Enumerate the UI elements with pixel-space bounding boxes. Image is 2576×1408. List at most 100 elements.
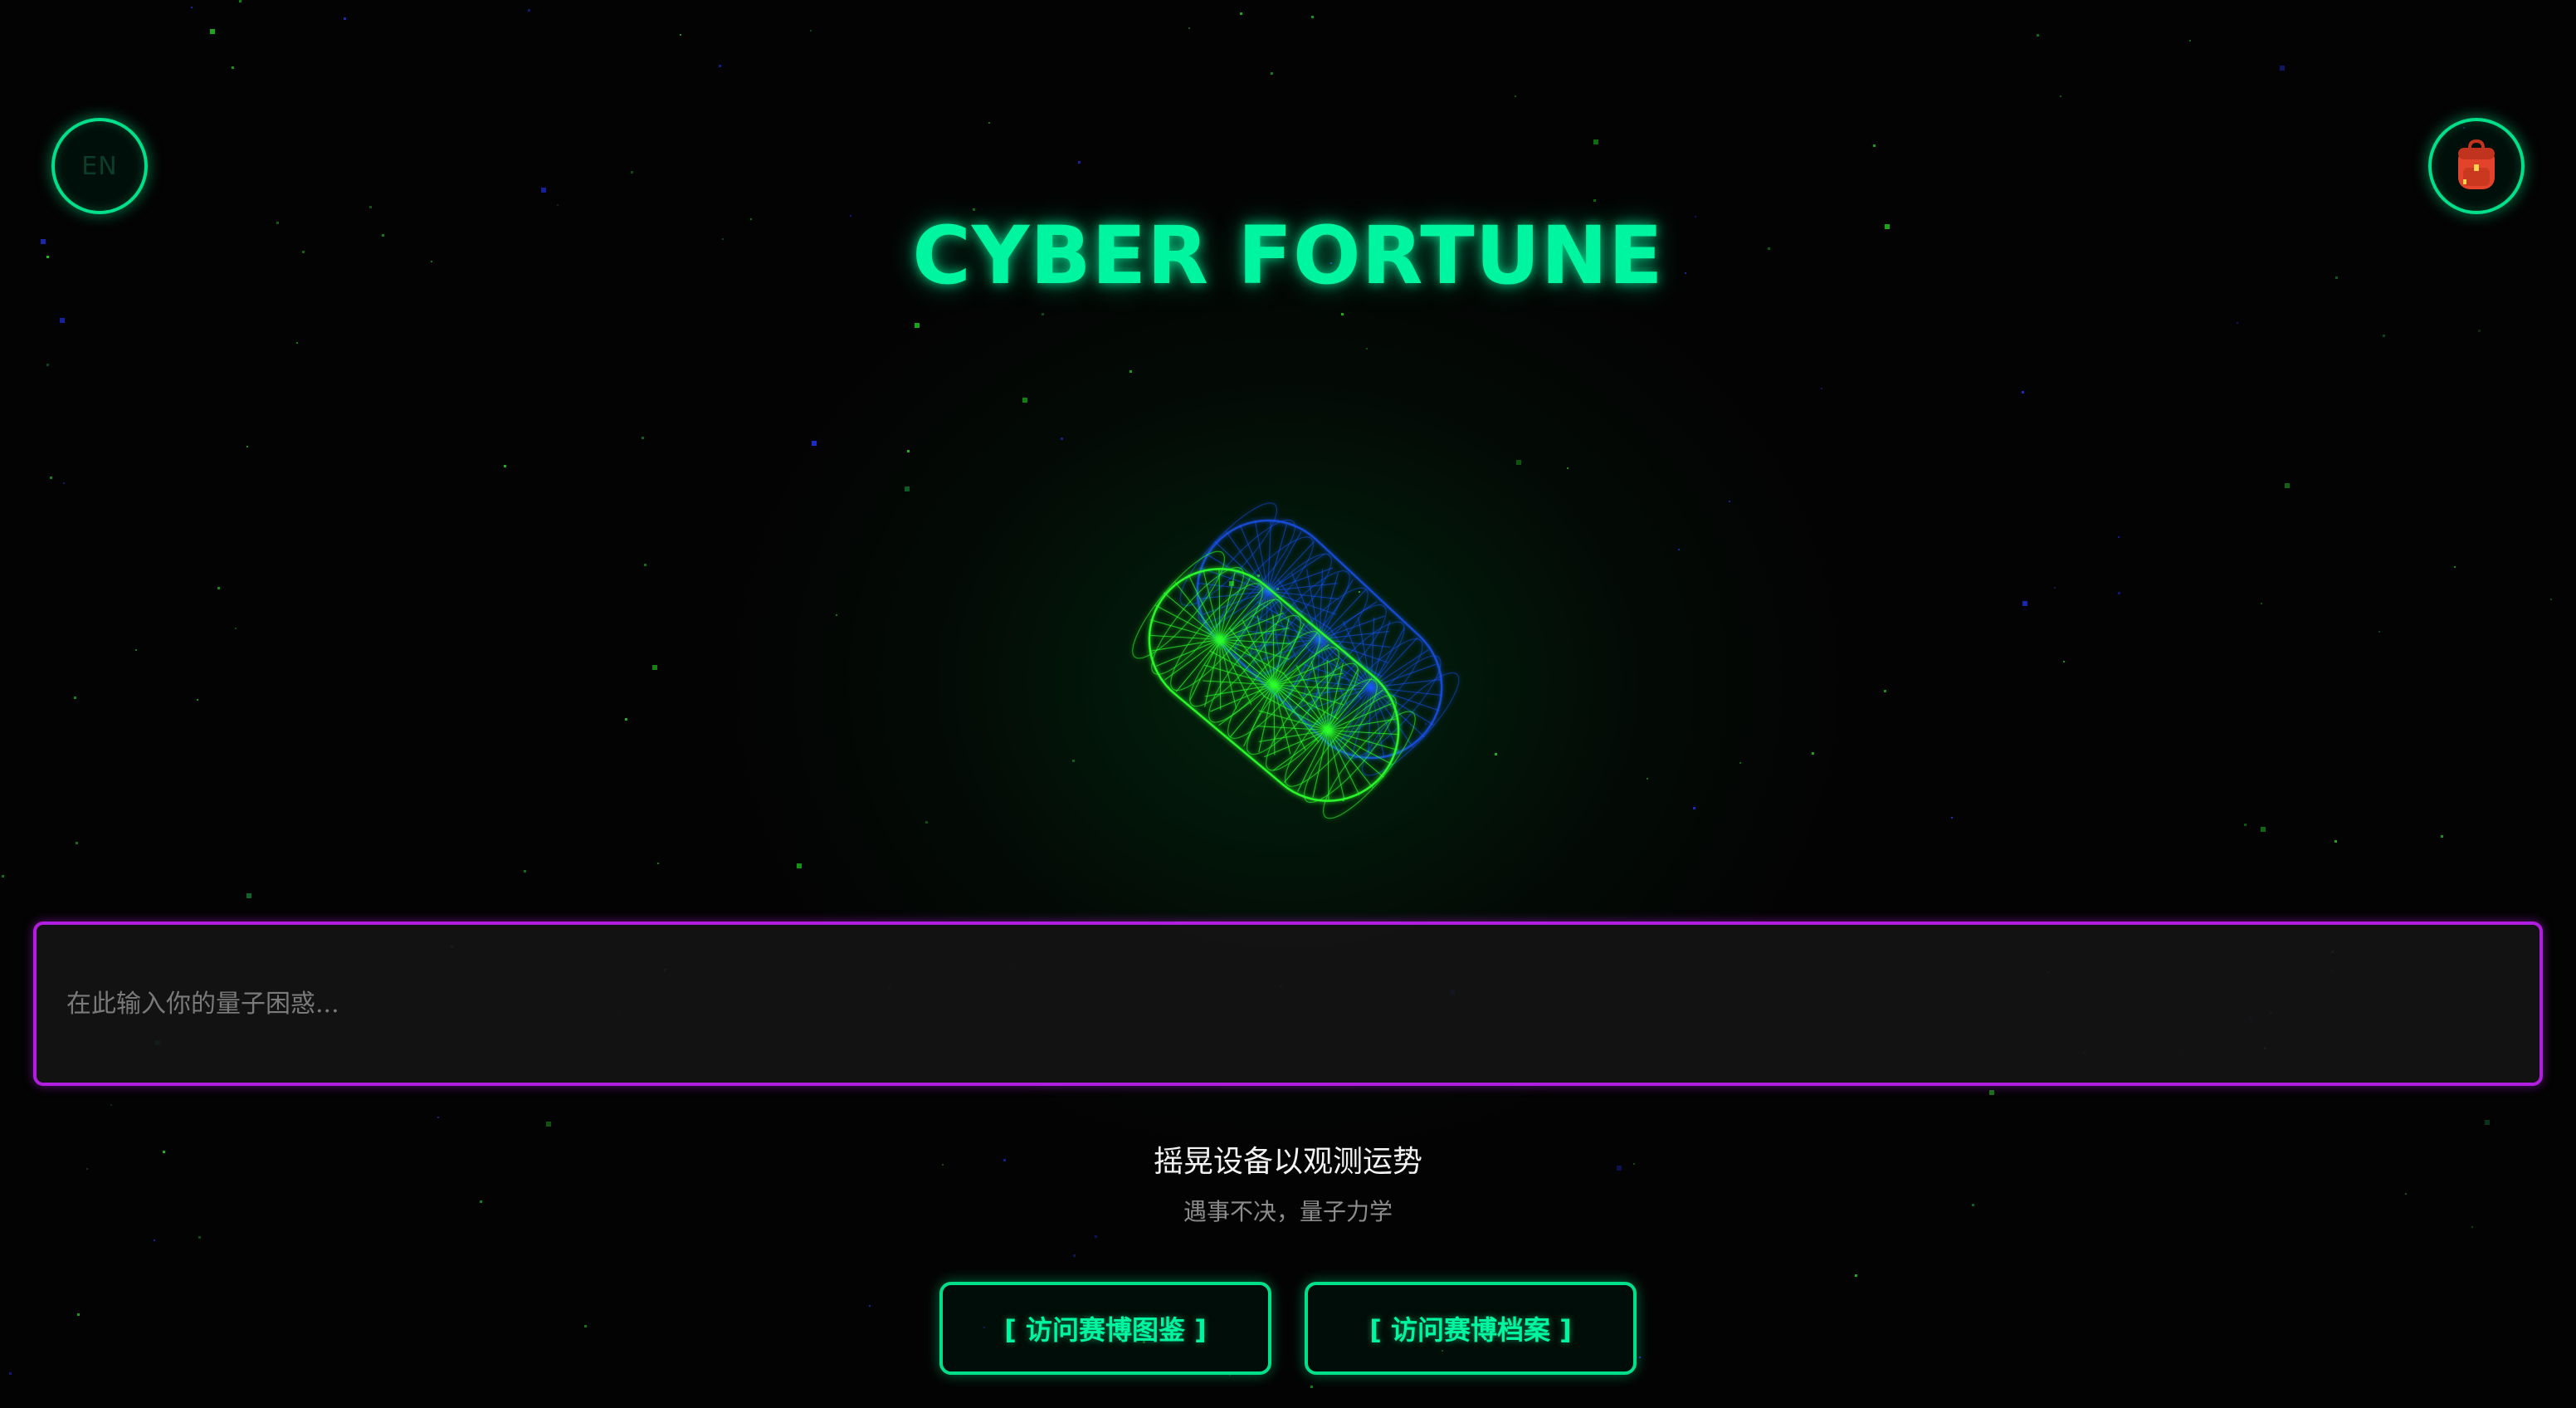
star-particle: [1567, 467, 1569, 469]
star-particle: [1593, 199, 1596, 202]
star-particle: [1271, 72, 1273, 75]
star-particle: [528, 9, 530, 12]
star-particle: [1812, 752, 1814, 755]
star-particle: [1073, 1254, 1076, 1257]
star-particle: [2478, 330, 2481, 332]
star-particle: [2441, 835, 2443, 838]
star-particle: [546, 1122, 551, 1127]
star-particle: [2244, 824, 2247, 826]
star-particle: [46, 364, 49, 366]
star-particle: [76, 842, 78, 844]
star-particle: [988, 122, 990, 124]
backpack-icon: [2458, 139, 2495, 189]
star-particle: [915, 323, 920, 328]
star-particle: [810, 30, 812, 32]
star-particle: [1095, 1235, 1097, 1238]
star-particle: [625, 718, 627, 721]
star-particle: [2054, 587, 2056, 589]
star-particle: [2063, 661, 2065, 662]
star-particle: [869, 1305, 871, 1307]
star-particle: [50, 477, 52, 479]
star-particle: [1647, 778, 1648, 780]
star-particle: [905, 486, 910, 491]
star-particle: [77, 1313, 80, 1316]
gallery-button[interactable]: [ 访问赛博图鉴 ]: [939, 1282, 1271, 1375]
star-particle: [907, 450, 910, 452]
star-particle: [797, 863, 802, 868]
star-particle: [2118, 592, 2120, 594]
star-particle: [2280, 66, 2285, 71]
star-particle: [1341, 313, 1344, 315]
app-title: CYBER FORTUNE: [912, 209, 1664, 302]
star-particle: [1129, 370, 1132, 373]
star-particle: [2022, 601, 2027, 606]
star-particle: [642, 437, 644, 439]
star-particle: [63, 482, 65, 484]
star-particle: [657, 863, 659, 864]
star-particle: [1678, 549, 1680, 550]
star-particle: [60, 318, 65, 323]
star-particle: [232, 66, 234, 69]
star-particle: [1078, 161, 1081, 164]
star-particle: [1729, 501, 1730, 502]
star-particle: [217, 587, 220, 589]
star-particle: [2118, 536, 2120, 538]
question-input-box[interactable]: [33, 922, 2543, 1086]
star-particle: [1061, 438, 1063, 440]
star-particle: [2, 875, 4, 878]
star-particle: [2285, 483, 2290, 488]
shake-hint: 摇晃设备以观测运势: [1153, 1145, 1422, 1179]
dice-container[interactable]: [1112, 482, 1494, 863]
star-particle: [557, 204, 559, 206]
language-toggle-label: EN: [81, 151, 118, 181]
app-stage: EN CYBER FORTUNE 摇晃设备以观测运势 遇事不决，量: [0, 0, 2576, 1408]
star-particle: [1072, 760, 1075, 762]
star-particle: [1593, 139, 1598, 144]
star-particle: [1516, 460, 1521, 465]
star-particle: [2550, 599, 2552, 600]
star-particle: [652, 665, 657, 670]
star-particle: [2378, 631, 2380, 633]
star-particle: [296, 342, 298, 344]
star-particle: [1310, 1386, 1313, 1388]
star-particle: [1311, 16, 1314, 18]
star-particle: [1739, 762, 1741, 764]
star-particle: [369, 206, 372, 208]
star-particle: [2261, 603, 2262, 604]
star-particle: [198, 1236, 201, 1239]
star-particle: [135, 649, 137, 651]
archive-button[interactable]: [ 访问赛博档案 ]: [1305, 1282, 1637, 1375]
star-particle: [644, 564, 646, 566]
star-particle: [925, 821, 928, 824]
star-particle: [1884, 690, 1886, 692]
star-particle: [1515, 95, 1516, 97]
star-particle: [1042, 313, 1044, 315]
star-particle: [110, 1104, 112, 1106]
wireframe-dice-icon: [1132, 502, 1460, 819]
star-particle: [584, 1325, 587, 1327]
star-particle: [344, 17, 346, 20]
star-particle: [246, 893, 251, 898]
star-particle: [2237, 322, 2238, 324]
language-toggle-button[interactable]: EN: [51, 118, 148, 214]
star-particle: [836, 614, 837, 616]
star-particle: [2334, 840, 2337, 843]
star-particle: [2454, 566, 2456, 568]
star-particle: [1495, 753, 1497, 755]
star-particle: [2037, 34, 2039, 37]
star-particle: [210, 29, 215, 34]
star-particle: [74, 697, 76, 699]
star-particle: [1188, 27, 1190, 29]
star-particle: [1873, 144, 1876, 147]
question-input[interactable]: [65, 988, 2539, 1019]
star-particle: [812, 441, 817, 446]
star-particle: [154, 1239, 155, 1241]
star-particle: [524, 870, 526, 873]
star-particle: [504, 465, 506, 467]
star-particle: [1855, 1274, 1857, 1277]
inventory-button[interactable]: [2428, 118, 2525, 214]
star-particle: [2189, 40, 2191, 42]
star-particle: [2261, 827, 2266, 832]
shake-subhint: 遇事不决，量子力学: [1183, 1198, 1393, 1225]
star-particle: [719, 65, 721, 67]
